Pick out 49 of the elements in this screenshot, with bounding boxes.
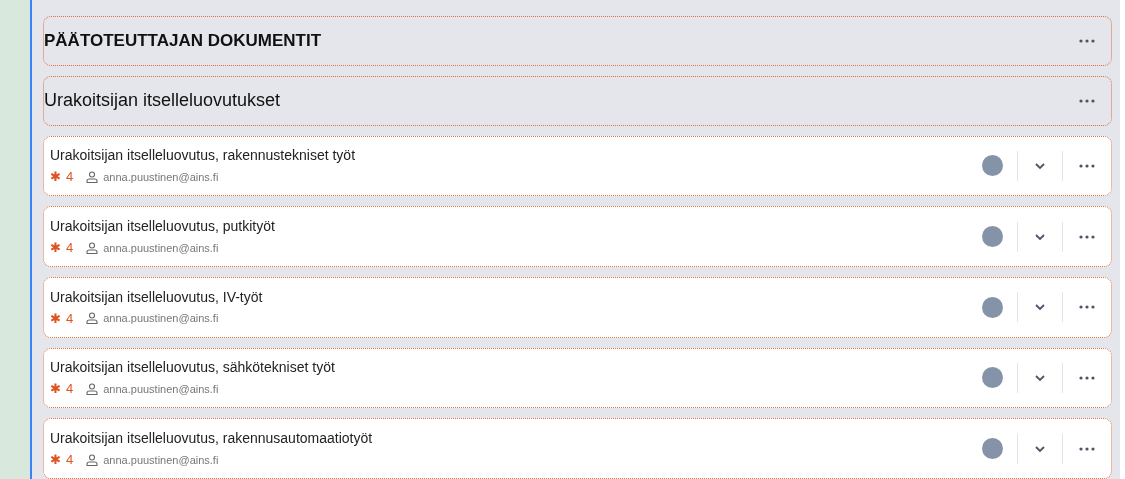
user-email: anna.puustinen@ains.fi (103, 170, 219, 183)
more-icon (1079, 98, 1095, 103)
status-dot (982, 226, 1003, 248)
user-icon (86, 170, 99, 183)
more-icon (1079, 375, 1095, 380)
user-icon (86, 241, 99, 254)
user-icon (86, 312, 99, 325)
chevron-down-icon (1034, 444, 1046, 453)
section-title: PÄÄTOTEUTTAJAN DOKUMENTIT (44, 30, 323, 51)
chevron-down-icon (1034, 303, 1046, 312)
user-email: anna.puustinen@ains.fi (103, 241, 219, 254)
required-marker: ✱ (50, 381, 61, 397)
more-icon (1079, 38, 1095, 43)
required-marker: ✱ (50, 240, 61, 256)
status-dot (982, 296, 1003, 318)
more-icon (1079, 163, 1095, 168)
user-email: anna.puustinen@ains.fi (103, 382, 219, 395)
document-row[interactable]: Urakoitsijan itselleluovutus, putkityöt ✱ 4 anna.puustinen@ains.fi (43, 206, 1112, 267)
document-title: Urakoitsijan itselleluovutus, rakennustekniset työt (50, 147, 357, 164)
section-title: Urakoitsijan itselleluovutukset (44, 90, 282, 112)
status-dot (982, 155, 1003, 177)
chevron-down-icon (1034, 232, 1046, 241)
more-icon (1079, 234, 1095, 239)
required-marker: ✱ (50, 169, 61, 185)
document-row[interactable]: Urakoitsijan itselleluovutus, rakennustekniset työt ✱ 4 anna.puustinen@ains.fi (43, 135, 1112, 197)
user-email: anna.puustinen@ains.fi (103, 453, 219, 466)
status-dot (982, 438, 1003, 460)
status-dot (982, 367, 1003, 389)
chevron-down-icon (1034, 373, 1046, 382)
document-row[interactable]: Urakoitsijan itselleluovutus, sähkötekniset työt ✱ 4 anna.puustinen@ains.fi (43, 347, 1112, 409)
required-marker: ✱ (50, 310, 61, 326)
chevron-down-icon (1034, 161, 1046, 170)
document-title: Urakoitsijan itselleluovutus, rakennusautomaatiotyöt (50, 430, 374, 447)
count-label: 4 (66, 310, 74, 326)
user-icon (86, 453, 99, 466)
count-label: 4 (66, 169, 74, 185)
document-row[interactable]: Urakoitsijan itselleluovutus, IV-työt ✱ 4 anna.puustinen@ains.fi (43, 276, 1112, 338)
document-title: Urakoitsijan itselleluovutus, sähkötekniset työt (50, 359, 336, 376)
user-email: anna.puustinen@ains.fi (103, 312, 219, 325)
document-row[interactable]: Urakoitsijan itselleluovutus, rakennusautomaatiotyöt ✱ 4 anna.puustinen@ains.fi (43, 418, 1112, 479)
document-title: Urakoitsijan itselleluovutus, IV-työt (50, 288, 264, 305)
required-marker: ✱ (50, 452, 61, 468)
count-label: 4 (66, 240, 74, 256)
more-icon (1079, 446, 1095, 451)
count-label: 4 (66, 452, 74, 468)
count-label: 4 (66, 381, 74, 397)
document-title: Urakoitsijan itselleluovutus, putkityöt (50, 218, 276, 235)
more-icon (1079, 305, 1095, 310)
user-icon (86, 382, 99, 395)
